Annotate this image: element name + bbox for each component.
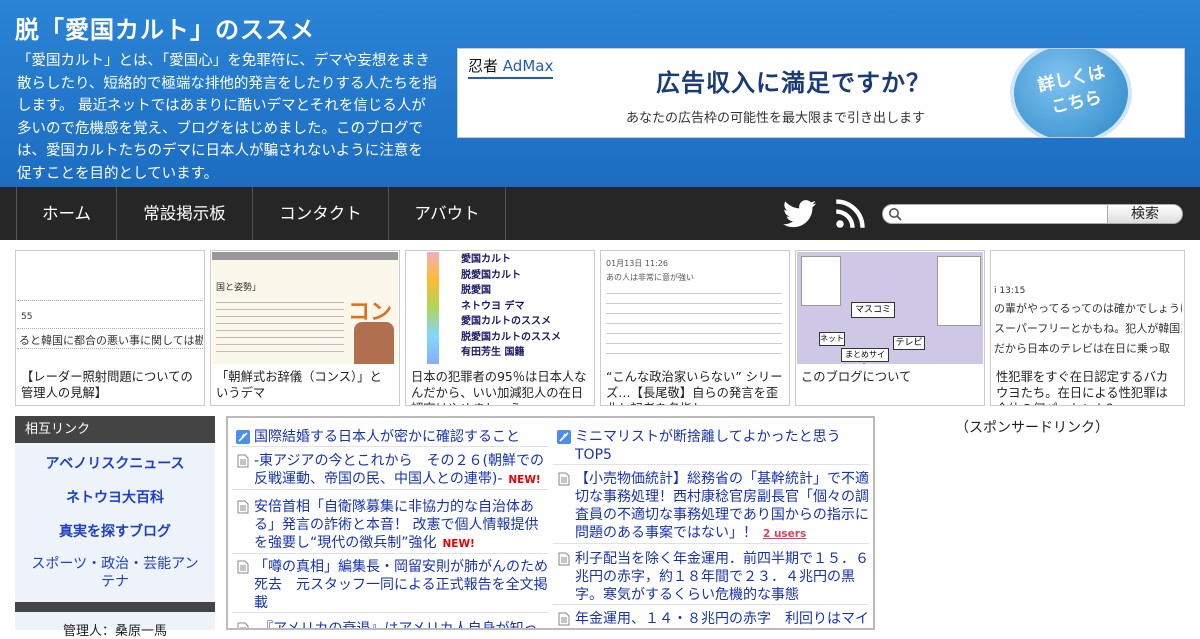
post-image: i 13:15 の輩がやってるってのは確かでしょうけ スーパーフリーとかもね。犯… — [994, 286, 1182, 355]
document-icon — [237, 454, 249, 468]
antenna-item[interactable]: -東アジアの今とこれから その２６(朝鮮での反戦運動、帝国の民、中国人との連帯)… — [232, 452, 548, 490]
document-icon — [237, 500, 249, 514]
document-icon — [237, 560, 249, 574]
search-input[interactable] — [882, 204, 1108, 224]
document-icon — [558, 612, 570, 626]
antenna-item[interactable]: 「噂の真相」編集長・岡留安則が肺がんのため死去 元スタッフ一同による正式報告を全… — [232, 558, 548, 613]
antenna-item[interactable]: 利子配当を除く年金運用．前四半期で１５．６兆円の赤字，約１８年間で２３．４兆円の… — [553, 550, 869, 605]
ad-cta-button[interactable]: 詳しくはこちら — [1010, 49, 1132, 137]
antenna-item[interactable]: 安倍首相「自衛隊募集に非協力的な自治体ある」発言の詐術と本音！ 改憲で個人情報提… — [232, 498, 548, 554]
sidebar-link[interactable]: アベノリスクニュース — [15, 453, 215, 473]
featured-post[interactable]: 国と姿勢」 コン 「朝鮮式お辞儀（コンス）」というデマ — [210, 250, 400, 406]
featured-post[interactable]: 01月13日 11:26 あの人は非常に意が強い “こんな政治家いらない” シリ… — [600, 250, 790, 406]
antenna-item[interactable]: 国際結婚する日本人が密かに確認すること — [232, 428, 548, 447]
antenna-item[interactable]: 【小売物価統計】総務省の「基幹統計」で不適切な事務処理！西村康稔官房副長官「個々… — [553, 470, 869, 544]
sidebar-heading: 相互リンク — [15, 416, 215, 443]
document-icon — [558, 552, 570, 566]
post-title[interactable]: 日本の犯罪者の95％は日本人なんだから、いい加減犯人の在日認定はやめましょう — [406, 365, 594, 405]
post-image: 愛国カルト 脱愛国カルト 脱愛国 ネトウヨ デマ 愛国カルトのススメ 脱愛国カル… — [407, 252, 593, 364]
post-image: マスコミ テレビ まとめサイト ネット — [797, 252, 983, 364]
antenna-item[interactable]: 年金運用、１４・８兆円の赤字 利回りはマイナス — [553, 610, 869, 628]
sidebar-link[interactable]: スポーツ・政治・芸能アンテナ — [15, 555, 215, 591]
post-image: 01月13日 11:26 あの人は非常に意が強い — [602, 252, 788, 364]
antenna-item[interactable]: ミニマリストが断捨離してよかったと思うTOP5 — [553, 428, 869, 465]
post-image: 国と姿勢」 コン — [212, 252, 398, 364]
ad-brand-name: AdMax — [502, 57, 554, 75]
document-icon — [237, 622, 249, 628]
post-title[interactable]: このブログについて — [796, 365, 984, 405]
sidebar-link[interactable]: 真実を探すブログ — [15, 521, 215, 541]
featured-post[interactable]: 55 ると韓国に都合の悪い事に関しては勘 【レーダー照射問題についての管理人の見… — [15, 250, 205, 406]
antenna-links: 国際結婚する日本人が密かに確認すること -東アジアの今とこれから その２６(朝鮮… — [226, 416, 875, 630]
feather-icon — [236, 430, 250, 444]
ad-banner[interactable]: 忍者 AdMax 広告収入に満足ですか？ あなたの広告枠の可能性を最大限まで引き… — [457, 48, 1185, 138]
post-title[interactable]: 【レーダー照射問題についての管理人の見解】 — [16, 365, 204, 405]
search-button[interactable]: 検索 — [1107, 204, 1183, 224]
ad-subline: あなたの広告枠の可能性を最大限まで引き出します — [626, 111, 926, 126]
featured-post[interactable]: マスコミ テレビ まとめサイト ネット このブログについて — [795, 250, 985, 406]
site-title[interactable]: 脱「愛国カルト」のススメ — [15, 10, 315, 45]
featured-post[interactable]: 愛国カルト 脱愛国カルト 脱愛国 ネトウヨ デマ 愛国カルトのススメ 脱愛国カル… — [405, 250, 595, 406]
antenna-item[interactable]: -『アメリカの衰退』はアメリカ人自身が知っている — [232, 620, 548, 628]
site-description: 「愛国カルト」とは、「愛国心」を免罪符に、デマや妄想をまき散らしたり、短絡的で極… — [17, 53, 437, 182]
rss-icon[interactable] — [835, 199, 865, 229]
sidebar-link[interactable]: ネトウヨ大百科 — [15, 487, 215, 507]
nav-contact[interactable]: コンタクト — [252, 187, 388, 240]
new-badge: NEW! — [442, 538, 475, 550]
ad-brand: 忍者 AdMax — [468, 55, 554, 79]
sidebar-divider — [15, 602, 215, 612]
nav-about[interactable]: アバウト — [388, 187, 506, 240]
sponsored-link-label: （スポンサードリンク） — [955, 420, 1109, 436]
post-title[interactable]: 「朝鮮式お辞儀（コンス）」というデマ — [211, 365, 399, 405]
new-badge: NEW! — [508, 474, 541, 486]
document-icon — [558, 472, 570, 486]
nav-board[interactable]: 常設掲示板 — [116, 187, 252, 240]
ad-headline: 広告収入に満足ですか？ — [656, 69, 931, 97]
post-title[interactable]: 性犯罪をすぐ在日認定するバカウヨたち。在日による性犯罪は全体の何パーセント？ — [991, 365, 1184, 405]
featured-post[interactable]: i 13:15 の輩がやってるってのは確かでしょうけ スーパーフリーとかもね。犯… — [990, 250, 1185, 406]
ad-cta-label: 詳しくはこちら — [1036, 62, 1107, 118]
search-icon — [889, 208, 902, 221]
post-image: 55 ると韓国に都合の悪い事に関しては勘 — [17, 252, 203, 364]
feather-icon — [557, 430, 571, 444]
post-title[interactable]: “こんな政治家いらない” シリーズ…【長尾敬】自らの発言を歪曲し記者を名指し — [601, 365, 789, 405]
ad-brand-prefix: 忍者 — [468, 57, 499, 75]
users-badge[interactable]: 2 users — [763, 528, 806, 540]
featured-posts: 55 ると韓国に都合の悪い事に関しては勘 【レーダー照射問題についての管理人の見… — [15, 250, 1185, 406]
twitter-icon[interactable] — [783, 200, 817, 228]
nav-home[interactable]: ホーム — [16, 187, 116, 240]
